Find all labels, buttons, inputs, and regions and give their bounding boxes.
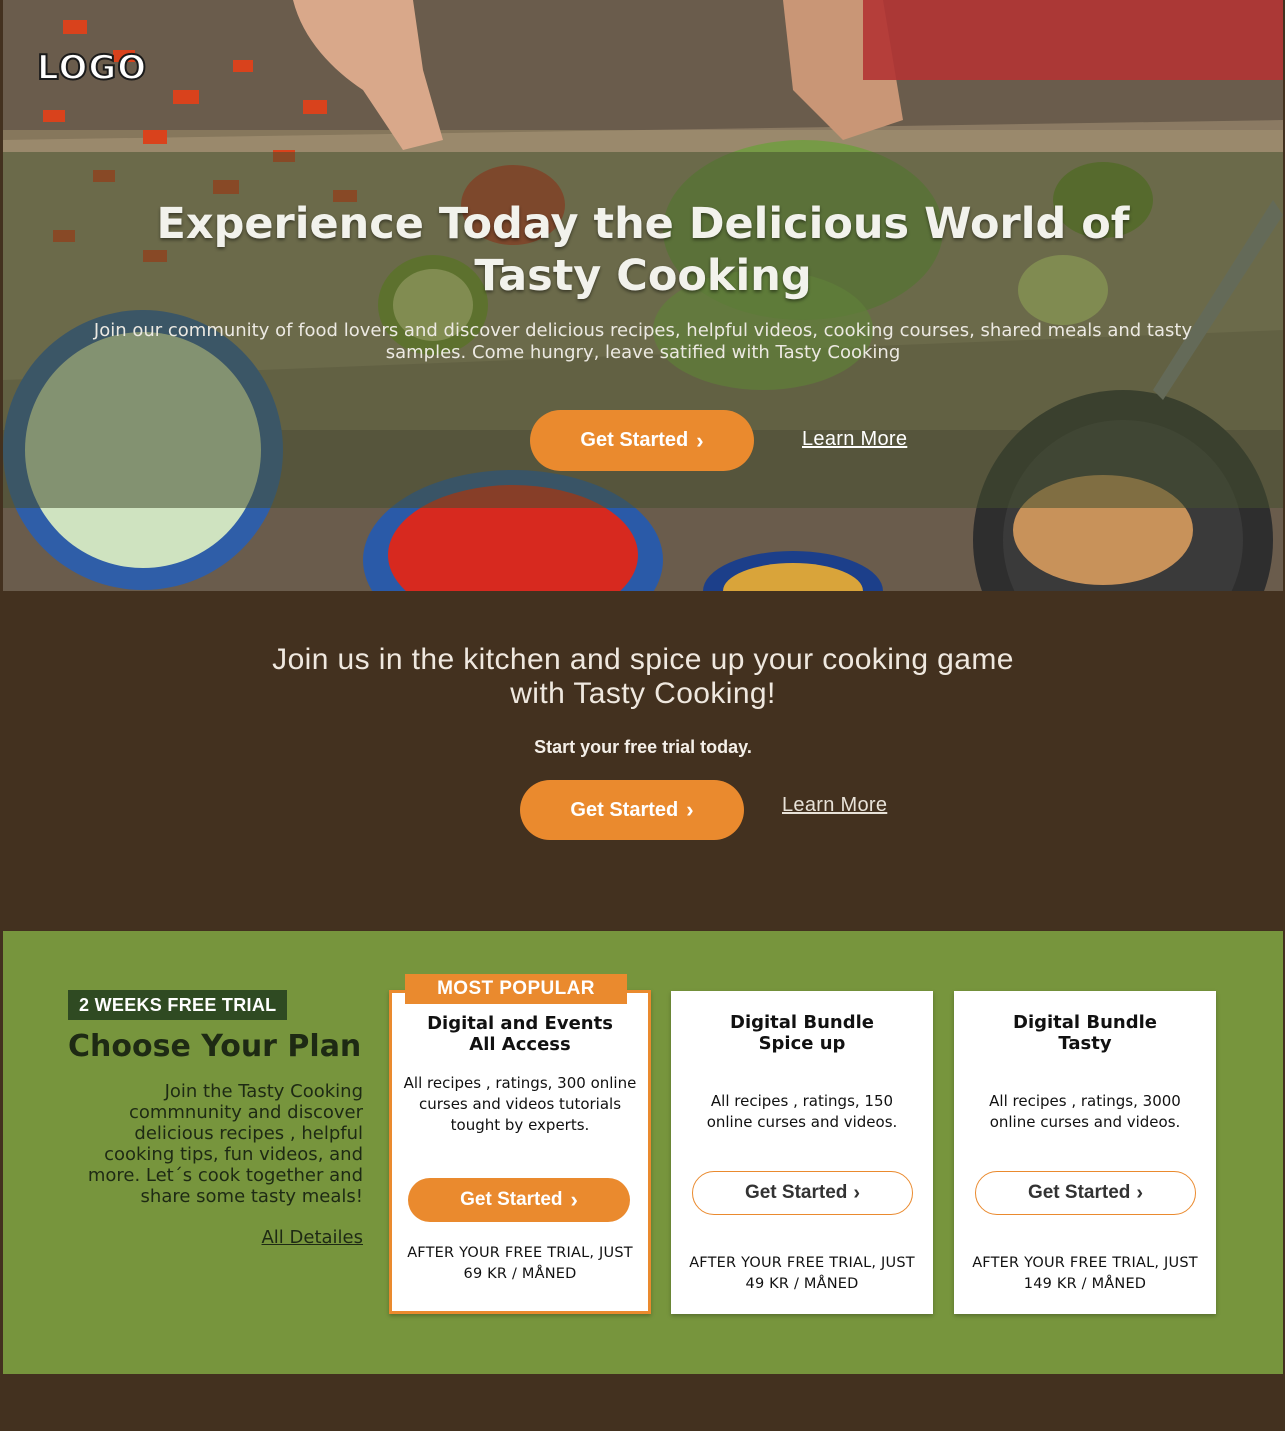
promo-heading: Join us in the kitchen and spice up your…	[272, 643, 1014, 710]
plan-description: All recipes , ratings, 300 online curses…	[403, 1074, 637, 1134]
promo-get-started-label: Get Started	[570, 798, 679, 821]
hero-get-started-button[interactable]: Get Started ›	[530, 410, 754, 471]
plan-get-started-button[interactable]: Get Started ›	[692, 1171, 913, 1215]
all-details-link[interactable]: All Detailes	[253, 1227, 363, 1248]
plan-price: AFTER YOUR FREE TRIAL, JUST 149 KR / MÅN…	[972, 1255, 1198, 1292]
plan-title: Digital and Events All Access	[427, 1013, 613, 1055]
chevron-right-icon: ›	[1136, 1182, 1144, 1204]
plan-get-started-label: Get Started	[744, 1182, 848, 1203]
plan-get-started-button[interactable]: Get Started ›	[408, 1178, 630, 1222]
plan-card-spice-up: Digital Bundle Spice up All recipes , ra…	[671, 991, 933, 1314]
promo-learn-more-link[interactable]: Learn More	[782, 794, 887, 817]
hero-subtitle: Join our community of food lovers and di…	[93, 320, 1193, 363]
plans-title: Choose Your Plan	[68, 1029, 362, 1064]
plan-title: Digital Bundle Spice up	[730, 1012, 874, 1054]
plan-price: AFTER YOUR FREE TRIAL, JUST 49 KR / MÅNE…	[689, 1255, 915, 1292]
plan-description: All recipes , ratings, 3000 online curse…	[989, 1092, 1181, 1131]
plan-get-started-button[interactable]: Get Started ›	[975, 1171, 1196, 1215]
plans-description: Join the Tasty Cooking commnunity and di…	[87, 1081, 363, 1207]
hero-section: LOGO Experience Today the Delicious Worl…	[3, 0, 1283, 591]
logo[interactable]: LOGO	[36, 47, 147, 89]
landing-page: LOGO Experience Today the Delicious Worl…	[0, 0, 1285, 1431]
promo-subheading: Start your free trial today.	[534, 737, 752, 757]
chevron-right-icon: ›	[853, 1182, 861, 1204]
plan-card-all-access: MOST POPULAR Digital and Events All Acce…	[389, 974, 651, 1314]
footer	[3, 1374, 1283, 1431]
plan-title: Digital Bundle Tasty	[1013, 1012, 1157, 1054]
promo-section: Join us in the kitchen and spice up your…	[3, 591, 1283, 931]
most-popular-badge: MOST POPULAR	[405, 974, 627, 1004]
plans-section: 2 WEEKS FREE TRIAL Choose Your Plan Join…	[3, 931, 1283, 1374]
plan-price: AFTER YOUR FREE TRIAL, JUST 69 KR / MÅNE…	[407, 1245, 633, 1282]
chevron-right-icon: ›	[686, 797, 694, 822]
hero-get-started-label: Get Started	[580, 429, 689, 451]
promo-get-started-button[interactable]: Get Started ›	[520, 780, 744, 840]
free-trial-badge: 2 WEEKS FREE TRIAL	[68, 990, 288, 1020]
hero-learn-more-link[interactable]: Learn More	[802, 428, 907, 451]
plan-get-started-label: Get Started	[460, 1189, 563, 1210]
plan-description: All recipes , ratings, 150 online curses…	[706, 1092, 898, 1131]
chevron-right-icon: ›	[570, 1187, 578, 1212]
plan-card-tasty: Digital Bundle Tasty All recipes , ratin…	[954, 991, 1216, 1314]
plan-get-started-label: Get Started	[1027, 1182, 1131, 1203]
chevron-right-icon: ›	[696, 427, 704, 453]
hero-title: Experience Today the Delicious World of …	[156, 199, 1130, 301]
